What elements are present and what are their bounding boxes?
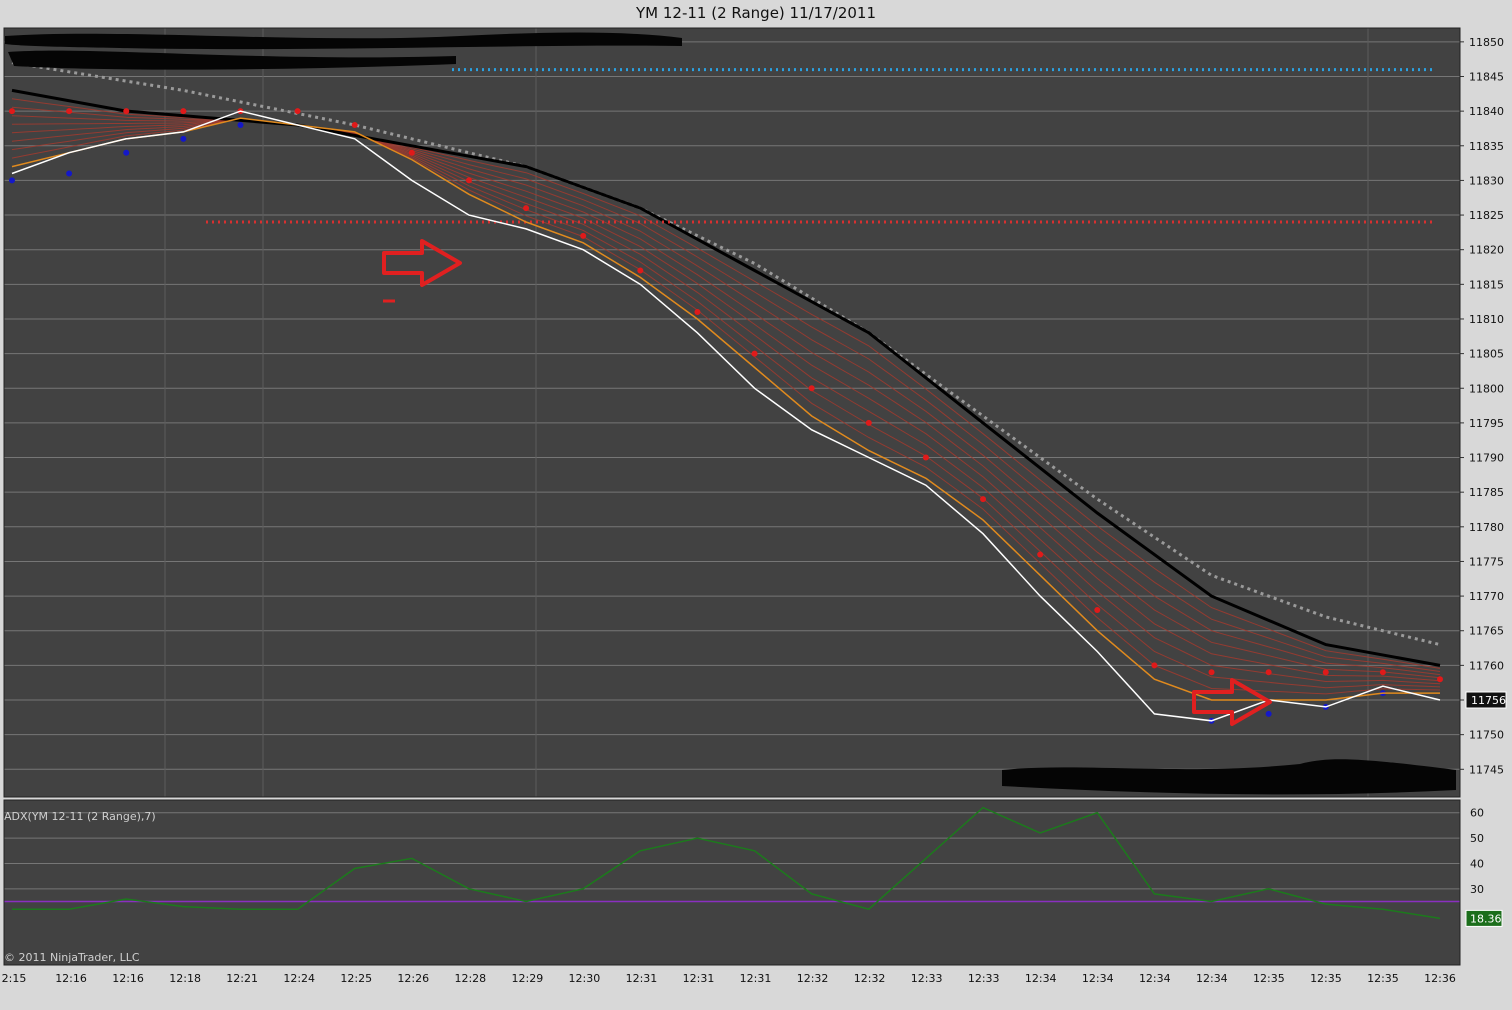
y-tick-label: 11805: [1469, 348, 1504, 361]
x-tick-label: 12:33: [968, 972, 1000, 985]
red-stop-dot: [1037, 551, 1044, 558]
x-tick-label: 12:18: [169, 972, 201, 985]
y-tick-label: 11815: [1469, 278, 1504, 291]
red-stop-dot: [465, 177, 472, 184]
blue-stop-dot: [123, 149, 130, 156]
x-tick-label: 12:29: [512, 972, 544, 985]
red-stop-dot: [1151, 662, 1158, 669]
adx-y-tick-label: 50: [1470, 832, 1484, 845]
adx-value-label: 18.36: [1470, 912, 1502, 925]
y-tick-label: 11795: [1469, 417, 1504, 430]
red-stop-dot: [580, 232, 587, 239]
blue-stop-dot: [66, 170, 73, 177]
red-stop-dot: [523, 205, 530, 212]
red-stop-dot: [9, 108, 15, 115]
y-tick-label: 11800: [1469, 382, 1504, 395]
y-tick-label: 11845: [1469, 70, 1504, 83]
x-tick-label: 2:15: [2, 972, 27, 985]
red-stop-dot: [1094, 606, 1101, 613]
blue-stop-dot: [9, 177, 15, 184]
x-tick-label: 12:34: [1196, 972, 1228, 985]
x-tick-label: 12:32: [797, 972, 829, 985]
x-tick-label: 12:34: [1082, 972, 1114, 985]
x-tick-label: 12:33: [911, 972, 943, 985]
y-tick-label: 11850: [1469, 36, 1504, 49]
x-tick-label: 12:34: [1139, 972, 1171, 985]
red-stop-dot: [351, 121, 358, 128]
x-tick-label: 12:36: [1424, 972, 1456, 985]
blue-stop-dot: [1265, 710, 1272, 717]
y-tick-label: 11750: [1469, 729, 1504, 742]
red-stop-dot: [751, 350, 758, 357]
x-tick-label: 12:16: [112, 972, 144, 985]
adx-y-tick-label: 60: [1470, 807, 1484, 820]
red-stop-dot: [637, 267, 644, 274]
x-tick-label: 12:24: [283, 972, 315, 985]
y-tick-label: 11810: [1469, 313, 1504, 326]
y-tick-label: 11760: [1469, 659, 1504, 672]
y-tick-label: 11820: [1469, 244, 1504, 257]
x-tick-label: 12:34: [1025, 972, 1057, 985]
adx-y-tick-label: 30: [1470, 883, 1484, 896]
y-tick-label: 11790: [1469, 452, 1504, 465]
blue-stop-dot: [237, 121, 244, 128]
red-stop-dot: [66, 108, 73, 115]
adx-title: ADX(YM 12-11 (2 Range),7): [4, 810, 156, 823]
red-stop-dot: [922, 454, 929, 461]
y-tick-label: 11770: [1469, 590, 1504, 603]
x-tick-label: 12:31: [626, 972, 658, 985]
x-tick-label: 12:35: [1253, 972, 1285, 985]
chart-canvas[interactable]: 11850 11845 11840 11835 11830 11825 11820 11815…: [0, 0, 1512, 1010]
x-tick-label: 12:35: [1310, 972, 1342, 985]
red-stop-dot: [1379, 669, 1386, 676]
red-stop-dot: [408, 149, 415, 156]
adx-y-tick-label: 40: [1470, 857, 1484, 870]
y-tick-label: 11780: [1469, 521, 1504, 534]
red-stop-dot: [180, 108, 187, 115]
x-tick-label: 12:26: [397, 972, 429, 985]
y-tick-label: 11765: [1469, 625, 1504, 638]
copyright: © 2011 NinjaTrader, LLC: [4, 951, 140, 964]
red-stop-dot: [1208, 669, 1215, 676]
x-tick-label: 12:31: [740, 972, 772, 985]
red-stop-dot: [294, 108, 301, 115]
x-tick-label: 12:32: [854, 972, 886, 985]
red-stop-dot: [808, 385, 815, 392]
x-tick-label: 12:30: [569, 972, 601, 985]
red-stop-dot: [123, 108, 130, 115]
x-tick-label: 12:28: [454, 972, 486, 985]
adx-panel: [4, 800, 1460, 965]
y-tick-label: 11835: [1469, 140, 1504, 153]
x-tick-label: 12:35: [1367, 972, 1399, 985]
y-tick-label: 11840: [1469, 105, 1504, 118]
x-tick-label: 12:31: [683, 972, 715, 985]
red-stop-dot: [980, 496, 987, 503]
y-tick-label: 11830: [1469, 174, 1504, 187]
y-tick-label: 11825: [1469, 209, 1504, 222]
red-stop-dot: [865, 419, 872, 426]
chart-window: YM 12-11 (2 Range) 11/17/2011 11850 11845…: [0, 0, 1512, 1010]
blue-stop-dot: [180, 135, 187, 142]
red-stop-dot: [1265, 669, 1272, 676]
x-tick-label: 12:16: [55, 972, 87, 985]
red-stop-dot: [694, 309, 701, 316]
y-tick-label: 11785: [1469, 486, 1504, 499]
red-stop-dot: [1322, 669, 1329, 676]
y-tick-label: 11775: [1469, 555, 1504, 568]
x-tick-label: 12:21: [226, 972, 258, 985]
price-panel: [4, 28, 1460, 797]
red-stop-dot: [1437, 676, 1443, 683]
x-tick-label: 12:25: [340, 972, 372, 985]
last-price-label: 11756: [1471, 694, 1506, 707]
y-tick-label: 11745: [1469, 763, 1504, 776]
